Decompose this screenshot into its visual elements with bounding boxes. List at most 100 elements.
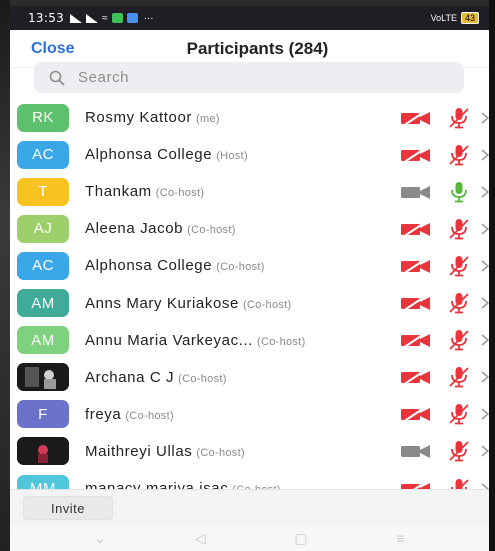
participant-list: RK Rosmy Kattoor (me) AC Alphonsa College (Ho… [10,99,489,489]
mic-muted-icon[interactable] [447,107,471,129]
mic-muted-icon[interactable] [447,329,471,351]
search-box[interactable] [34,62,464,93]
participant-name-text: Maithreyi Ullas [85,442,193,460]
profile-photo-icon [17,437,69,466]
participant-name: Alphonsa College (Host) [85,146,248,163]
participant-avatar: RK [17,103,69,132]
video-off-icon[interactable] [400,331,432,349]
participant-name-text: Thankam [85,183,152,201]
participant-row[interactable]: RK Rosmy Kattoor (me) [10,99,489,136]
mic-on-icon[interactable] [447,181,471,203]
chevron-right-icon[interactable] [480,482,489,490]
participant-name: Anns Mary Kuriakose (Co-host) [85,295,292,312]
chevron-right-icon[interactable] [480,259,489,273]
participant-role: (Host) [216,150,248,163]
status-time: 13:53 [28,11,65,25]
status-right: VoLTE 43 [431,12,479,24]
participant-name-text: manacy mariya isac [85,480,229,489]
chevron-right-icon[interactable] [480,148,489,162]
participant-name: manacy mariya isac(Co-host) [85,480,281,489]
participant-name: Aleena Jacob (Co-host) [85,220,236,237]
participant-avatar: AC [17,140,69,169]
participant-role: (Co-host) [187,224,236,237]
chevron-right-icon[interactable] [480,296,489,310]
participant-avatar: AM [17,326,69,355]
participant-role: (Co-host) [216,261,265,274]
video-off-icon[interactable] [400,257,432,275]
video-off-icon[interactable] [400,294,432,312]
participant-avatar: T [17,177,69,206]
participant-row[interactable]: AC Alphonsa College (Co-host) [10,247,489,284]
close-button[interactable]: Close [31,40,75,58]
participant-row[interactable]: AM Annu Maria Varkeyac... (Co-host) [10,322,489,359]
mic-muted-icon[interactable] [447,255,471,277]
signal-icon [70,13,83,23]
participant-role: (Co-host) [257,335,306,348]
participant-name-text: Alphonsa College [85,257,213,275]
participant-name: Maithreyi Ullas (Co-host) [85,443,245,460]
search-input[interactable] [78,69,438,86]
video-off-icon[interactable] [400,479,432,490]
video-off-icon[interactable] [400,405,432,424]
participant-avatar-photo [17,363,69,392]
video-on-icon[interactable] [400,183,432,201]
participant-name-text: Aleena Jacob [85,220,184,238]
video-on-icon[interactable] [400,442,432,460]
participant-name-text: Annu Maria Varkeyac... [85,331,253,349]
participant-name-text: Anns Mary Kuriakose [85,294,239,312]
chevron-right-icon[interactable] [480,111,489,125]
participant-avatar: AC [17,251,69,280]
mic-muted-icon[interactable] [447,478,471,490]
participant-name: Alphonsa College (Co-host) [85,257,265,274]
video-off-icon[interactable] [400,219,432,238]
chevron-right-icon[interactable] [480,333,489,347]
participant-role: (Co-host) [155,187,205,200]
chevron-right-icon[interactable] [480,185,489,199]
participant-avatar: AM [17,289,69,317]
participant-row[interactable]: T Thankam (Co-host) [10,173,489,210]
mic-muted-icon[interactable] [447,218,471,240]
mic-muted-icon[interactable] [447,144,471,166]
nav-down-icon[interactable]: ⌄ [94,530,106,547]
chevron-right-icon[interactable] [480,407,489,421]
mic-muted-icon[interactable] [447,440,471,462]
participant-row[interactable]: AJ Aleena Jacob (Co-host) [10,210,489,247]
participant-row[interactable]: MM manacy mariya isac(Co-host) [10,470,489,489]
participant-name: freya (Co-host) [85,406,174,423]
wifi-icon: ≈ [102,12,108,24]
participant-avatar: AJ [17,214,69,243]
video-off-icon[interactable] [400,368,432,387]
participant-role: (me) [196,113,220,125]
status-icons: ≈ ··· [70,13,154,24]
participant-role: (Co-host) [196,446,245,459]
video-off-icon[interactable] [400,145,432,164]
chevron-right-icon[interactable] [480,370,489,384]
nav-back-icon[interactable]: ◁ [195,530,206,547]
participant-avatar: F [17,400,69,429]
participant-role: (Co-host) [178,372,227,385]
profile-photo-icon [17,363,69,392]
video-off-icon[interactable] [400,108,432,127]
phone-screen: 13:53 ≈ ··· VoLTE 43 Close Participants … [10,6,489,551]
mic-muted-icon[interactable] [447,366,471,388]
more-notifications-icon: ··· [143,12,154,24]
participant-row[interactable]: Ffreya (Co-host) [10,396,489,433]
mic-muted-icon[interactable] [447,403,471,425]
signal-icon-2 [86,13,99,23]
whatsapp-icon [111,13,123,23]
nav-home-icon[interactable]: ▢ [294,530,307,547]
invite-button[interactable]: Invite [23,496,113,520]
chevron-right-icon[interactable] [480,222,489,236]
participant-row[interactable]: Archana C J (Co-host) [10,359,489,396]
chevron-right-icon[interactable] [480,444,489,458]
mic-muted-icon[interactable] [447,292,471,314]
participant-row[interactable]: Maithreyi Ullas (Co-host) [10,433,489,470]
participant-avatar: MM [17,474,69,489]
participant-row[interactable]: AM Anns Mary Kuriakose (Co-host) [10,285,489,322]
participant-role: (Co-host) [125,409,174,422]
participant-row[interactable]: AC Alphonsa College (Host) [10,136,489,173]
background-edge-right [489,0,495,551]
bottom-bar: Invite [10,489,489,525]
nav-menu-icon[interactable]: ≡ [396,530,404,546]
participant-avatar-photo [17,437,69,466]
